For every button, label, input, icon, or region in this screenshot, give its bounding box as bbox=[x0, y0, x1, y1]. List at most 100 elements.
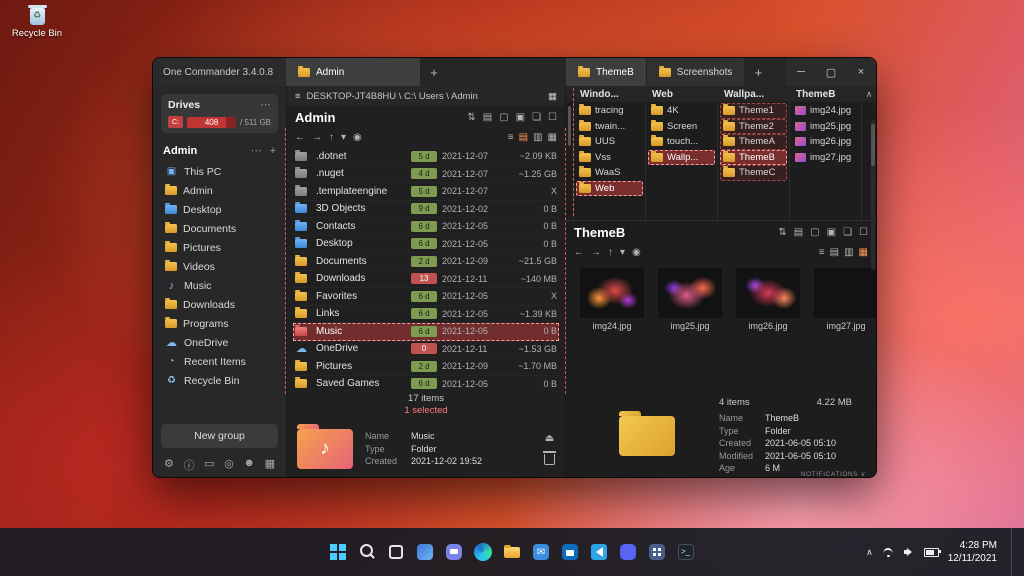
file-row[interactable]: Contacts 6 d 2021-12-05 0 B bbox=[293, 218, 559, 236]
tab-themeb[interactable]: ThemeB bbox=[566, 58, 647, 86]
minimize-button[interactable]: ─ bbox=[786, 58, 816, 86]
tab-screenshots[interactable]: Screenshots bbox=[647, 58, 746, 86]
file-row[interactable]: 3D Objects 9 d 2021-12-02 0 B bbox=[293, 201, 559, 219]
column-header[interactable]: Wallpa... bbox=[718, 89, 790, 100]
folder-menu-icon[interactable]: ▾ bbox=[341, 132, 346, 143]
folder-item[interactable]: Web bbox=[576, 181, 643, 197]
taskbar-button[interactable] bbox=[354, 532, 380, 572]
notifications-label[interactable]: NOTIFICATIONS ∨ bbox=[801, 470, 866, 478]
back-icon[interactable]: ← bbox=[574, 247, 584, 258]
hidden-icons-chevron-icon[interactable]: ∧ bbox=[866, 547, 873, 558]
folder-item[interactable]: touch... bbox=[648, 134, 715, 150]
people-icon[interactable]: ☻ bbox=[243, 457, 255, 473]
view-columns-icon[interactable]: ▥ bbox=[533, 132, 542, 143]
battery-icon[interactable] bbox=[924, 548, 939, 557]
miller-scrollbar[interactable] bbox=[566, 102, 574, 220]
new-folder-icon[interactable]: ▣ bbox=[827, 227, 836, 238]
back-icon[interactable]: ← bbox=[295, 132, 305, 143]
drive-c[interactable]: C: 408 / 511 GB bbox=[168, 116, 271, 128]
view-thumbs-icon[interactable]: ▦ bbox=[548, 132, 557, 143]
taskbar-button[interactable] bbox=[441, 532, 467, 572]
sidebar-item[interactable]: Programs bbox=[161, 314, 278, 333]
view-details-icon[interactable]: ▤ bbox=[830, 247, 839, 258]
sidebar-item[interactable]: Recent Items bbox=[161, 352, 278, 371]
trash-icon[interactable] bbox=[544, 454, 555, 465]
sidebar-item[interactable]: OneDrive bbox=[161, 333, 278, 352]
add-group-item-button[interactable]: + bbox=[270, 145, 276, 157]
image-file-item[interactable]: img24.jpg bbox=[792, 103, 859, 119]
titlebar[interactable]: One Commander 3.4.0.8 Admin + ThemeB Scr… bbox=[153, 58, 876, 86]
forward-icon[interactable]: → bbox=[591, 247, 601, 258]
view-list-icon[interactable]: ≡ bbox=[508, 132, 514, 143]
sidebar-item[interactable]: Videos bbox=[161, 257, 278, 276]
taskbar-button[interactable] bbox=[615, 532, 641, 572]
select-icon[interactable]: ☐ bbox=[859, 227, 868, 238]
breadcrumb[interactable]: DESKTOP-JT4B8HU \ C:\ Users \ Admin bbox=[307, 91, 542, 102]
group-menu-icon[interactable]: ⋯ bbox=[251, 144, 262, 157]
new-tab-button[interactable]: + bbox=[421, 58, 447, 86]
view-details-icon[interactable]: ▤ bbox=[519, 132, 528, 143]
settings-gear-icon[interactable]: ⚙ bbox=[164, 457, 174, 473]
file-row[interactable]: Documents 2 d 2021-12-09 ~21.5 GB bbox=[293, 253, 559, 271]
show-desktop-button[interactable] bbox=[1011, 528, 1016, 576]
thumbnail-item[interactable]: img27.jpg bbox=[814, 268, 876, 331]
thumbnail-item[interactable]: img25.jpg bbox=[658, 268, 722, 331]
copy-icon[interactable]: ❏ bbox=[843, 227, 852, 238]
column-header[interactable]: ThemeB bbox=[790, 89, 862, 100]
layout-grid-icon[interactable]: ▦ bbox=[548, 91, 557, 102]
column-header[interactable]: Windo... bbox=[574, 89, 646, 100]
file-row[interactable]: .dotnet 5 d 2021-12-07 ~2.09 KB bbox=[293, 148, 559, 166]
recycle-bin-desktop-shortcut[interactable]: Recycle Bin bbox=[10, 8, 64, 39]
taskbar-button[interactable] bbox=[412, 532, 438, 572]
folder-item[interactable]: WaaS bbox=[576, 165, 643, 181]
image-file-item[interactable]: img25.jpg bbox=[792, 119, 859, 135]
sidebar-item[interactable]: Documents bbox=[161, 219, 278, 238]
folder-item[interactable]: ThemeB bbox=[720, 150, 787, 166]
file-row[interactable]: Favorites 6 d 2021-12-05 X bbox=[293, 288, 559, 306]
volume-icon[interactable] bbox=[904, 547, 915, 557]
sidebar-item[interactable]: Admin bbox=[161, 181, 278, 200]
new-tab-button[interactable]: + bbox=[745, 58, 771, 86]
sidebar-item[interactable]: This PC bbox=[161, 162, 278, 181]
folder-item[interactable]: tracing bbox=[576, 103, 643, 119]
folder-menu-icon[interactable]: ▾ bbox=[620, 247, 625, 258]
select-icon[interactable]: ☐ bbox=[548, 112, 557, 123]
file-row[interactable]: Music 6 d 2021-12-05 0 B bbox=[293, 323, 559, 341]
file-row[interactable]: Desktop 6 d 2021-12-05 0 B bbox=[293, 236, 559, 254]
view-columns-icon[interactable]: ▥ bbox=[844, 247, 853, 258]
sidebar-item[interactable]: Desktop bbox=[161, 200, 278, 219]
sort-icon[interactable]: ⇅ bbox=[778, 227, 786, 238]
file-row[interactable]: .templateengine 5 d 2021-12-07 X bbox=[293, 183, 559, 201]
drives-menu-icon[interactable]: ⋯ bbox=[261, 99, 272, 111]
info-icon[interactable]: ⓘ bbox=[184, 457, 195, 473]
image-file-item[interactable]: img27.jpg bbox=[792, 150, 859, 166]
image-file-item[interactable]: img26.jpg bbox=[792, 134, 859, 150]
layout-icon[interactable]: ▦ bbox=[265, 457, 275, 473]
taskbar-button[interactable] bbox=[470, 532, 496, 572]
sidebar-item[interactable]: Music bbox=[161, 276, 278, 295]
sort-icon[interactable]: ⇅ bbox=[467, 112, 475, 123]
new-file-icon[interactable]: ▢ bbox=[810, 227, 819, 238]
column-header[interactable]: Web bbox=[646, 89, 718, 100]
sidebar-item[interactable]: Downloads bbox=[161, 295, 278, 314]
new-file-icon[interactable]: ▢ bbox=[499, 112, 508, 123]
taskbar-button[interactable] bbox=[557, 532, 583, 572]
folder-item[interactable]: Theme1 bbox=[720, 103, 787, 119]
sidebar-item[interactable]: Pictures bbox=[161, 238, 278, 257]
taskbar-button[interactable] bbox=[586, 532, 612, 572]
close-button[interactable]: × bbox=[846, 58, 876, 86]
view-list-icon[interactable]: ≡ bbox=[819, 247, 825, 258]
menu-icon[interactable]: ≡ bbox=[295, 91, 301, 102]
maximize-button[interactable]: ▢ bbox=[816, 58, 846, 86]
list-style-icon[interactable]: ▤ bbox=[483, 112, 492, 123]
folder-item[interactable]: Vss bbox=[576, 150, 643, 166]
sidebar-item[interactable]: Recycle Bin bbox=[161, 371, 278, 390]
search-icon[interactable]: ◎ bbox=[224, 457, 234, 473]
new-group-button[interactable]: New group bbox=[161, 424, 278, 448]
taskbar-button[interactable] bbox=[528, 532, 554, 572]
folder-item[interactable]: ThemeC bbox=[720, 165, 787, 181]
view-thumbs-icon[interactable]: ▦ bbox=[859, 247, 868, 258]
copy-icon[interactable]: ❏ bbox=[532, 112, 541, 123]
file-row[interactable]: Pictures 2 d 2021-12-09 ~1.70 MB bbox=[293, 358, 559, 376]
clock[interactable]: 4:28 PM 12/11/2021 bbox=[948, 539, 997, 566]
